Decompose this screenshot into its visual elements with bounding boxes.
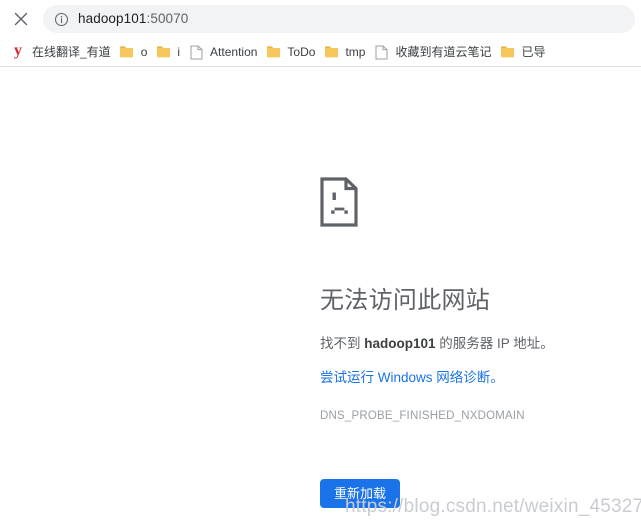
bookmark-item-tmp[interactable]: tmp bbox=[321, 41, 371, 63]
url-port: :50070 bbox=[146, 11, 189, 26]
browser-toolbar: hadoop101:50070 bbox=[0, 0, 641, 38]
bookmark-item-youdao-translate[interactable]: y 在线翻译_有道 bbox=[8, 41, 117, 63]
error-code: DNS_PROBE_FINISHED_NXDOMAIN bbox=[320, 410, 525, 422]
bookmark-label: 收藏到有道云笔记 bbox=[395, 45, 492, 59]
address-bar[interactable]: hadoop101:50070 bbox=[43, 5, 635, 33]
bookmarks-bar: y 在线翻译_有道 o i Attention ToDo tmp 收藏到有道云笔… bbox=[0, 38, 641, 66]
bookmark-item-i[interactable]: i bbox=[153, 41, 186, 63]
stop-loading-button[interactable] bbox=[4, 2, 38, 36]
bookmark-label: Attention bbox=[210, 45, 258, 59]
sad-page-icon bbox=[320, 177, 360, 227]
bookmark-label: 已导 bbox=[521, 45, 546, 59]
bookmark-item-todo[interactable]: ToDo bbox=[263, 41, 321, 63]
address-bar-text: hadoop101:50070 bbox=[78, 5, 188, 33]
page-icon bbox=[373, 44, 389, 60]
bookmark-item-yidao[interactable]: 已导 bbox=[497, 41, 551, 63]
close-x-icon bbox=[12, 10, 30, 28]
folder-icon bbox=[119, 44, 135, 60]
bookmark-label: 在线翻译_有道 bbox=[32, 45, 111, 59]
error-heading: 无法访问此网站 bbox=[320, 287, 491, 314]
error-description: 找不到 hadoop101 的服务器 IP 地址。 bbox=[320, 333, 620, 355]
info-circle-icon[interactable] bbox=[53, 11, 69, 27]
page-content: 无法访问此网站 找不到 hadoop101 的服务器 IP 地址。 尝试运行 W… bbox=[0, 67, 641, 523]
bookmark-label: i bbox=[177, 45, 181, 59]
bookmark-item-youdao-note[interactable]: 收藏到有道云笔记 bbox=[371, 41, 497, 63]
browser-window: hadoop101:50070 y 在线翻译_有道 o i Attention … bbox=[0, 0, 641, 523]
error-page: 无法访问此网站 找不到 hadoop101 的服务器 IP 地址。 尝试运行 W… bbox=[320, 177, 620, 508]
folder-icon bbox=[265, 44, 281, 60]
error-description-suffix: 的服务器 IP 地址。 bbox=[435, 336, 554, 351]
page-icon bbox=[188, 44, 204, 60]
bookmark-label: o bbox=[140, 45, 148, 59]
error-description-host: hadoop101 bbox=[364, 336, 436, 351]
bookmark-item-o[interactable]: o bbox=[117, 41, 154, 63]
error-description-prefix: 找不到 bbox=[320, 336, 365, 351]
reload-button[interactable]: 重新加载 bbox=[320, 479, 401, 508]
folder-icon bbox=[499, 44, 515, 60]
folder-icon bbox=[323, 44, 339, 60]
bookmark-label: tmp bbox=[345, 45, 366, 59]
bookmark-label: ToDo bbox=[287, 45, 316, 59]
folder-icon bbox=[155, 44, 171, 60]
youdao-y-logo-icon: y bbox=[14, 42, 22, 59]
bookmark-item-attention[interactable]: Attention bbox=[186, 41, 263, 63]
network-diagnostics-link[interactable]: 尝试运行 Windows 网络诊断。 bbox=[320, 367, 620, 389]
url-host: hadoop101 bbox=[78, 11, 147, 26]
